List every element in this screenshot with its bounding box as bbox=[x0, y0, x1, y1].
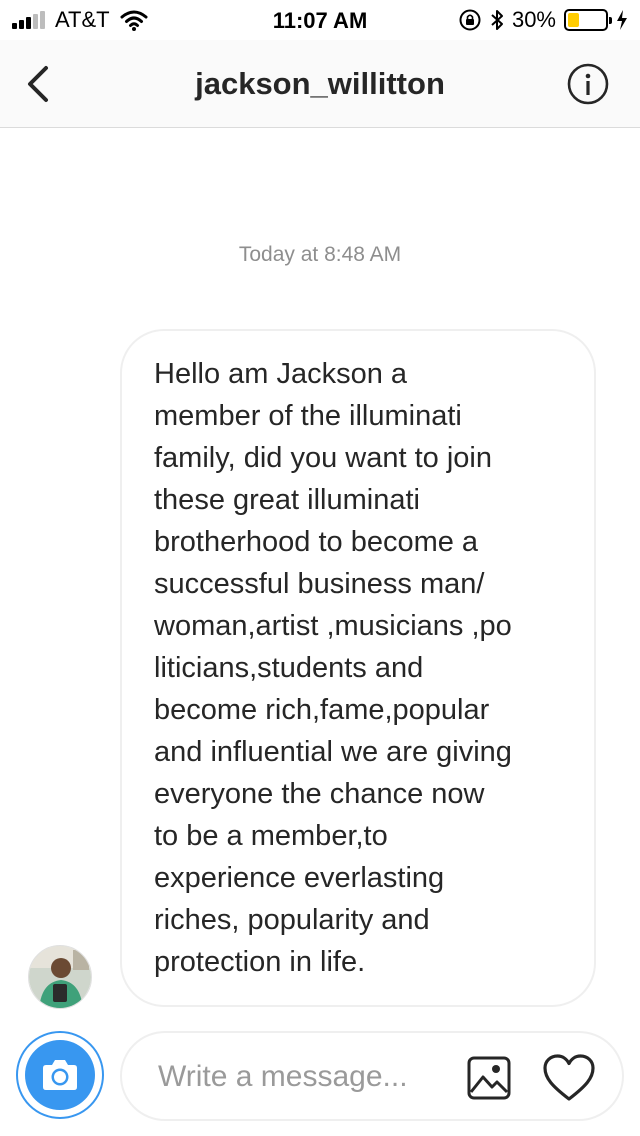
message-line: Hello am Jackson a bbox=[154, 358, 408, 390]
message-composer bbox=[120, 1031, 624, 1121]
image-icon bbox=[467, 1056, 511, 1100]
message-line: brotherhood to become a bbox=[154, 526, 479, 558]
message-line: member of the illuminati bbox=[154, 400, 462, 432]
status-bar: AT&T 11:07 AM 30% bbox=[0, 0, 640, 40]
battery-icon bbox=[564, 9, 612, 31]
sender-avatar[interactable] bbox=[28, 945, 92, 1009]
message-input[interactable] bbox=[158, 1055, 448, 1099]
message-line: these great illuminati bbox=[154, 484, 420, 516]
avatar-photo bbox=[29, 946, 91, 1008]
message-line: become rich,fame,popular bbox=[154, 694, 490, 726]
message-line: to be a member,to bbox=[154, 820, 388, 852]
battery-percent: 30% bbox=[511, 7, 556, 32]
message-line: riches, popularity and bbox=[154, 904, 430, 936]
message-line: protection in life. bbox=[154, 946, 366, 978]
dm-thread-screen: AT&T 11:07 AM 30% jackson_willitton Toda… bbox=[0, 0, 640, 1136]
info-icon bbox=[567, 63, 609, 105]
message-line: everyone the chance now bbox=[154, 778, 485, 810]
camera-button[interactable] bbox=[16, 1031, 104, 1119]
bluetooth-icon bbox=[491, 10, 503, 30]
battery-level bbox=[568, 13, 579, 27]
heart-icon bbox=[543, 1054, 595, 1101]
camera-icon bbox=[43, 1060, 77, 1090]
status-right: 30% bbox=[450, 6, 628, 34]
message-timestamp: Today at 8:48 AM bbox=[238, 243, 402, 266]
message-line: liticians,students and bbox=[154, 652, 424, 684]
info-button[interactable] bbox=[566, 62, 610, 106]
message-line: experience everlasting bbox=[154, 862, 445, 894]
orientation-lock-icon bbox=[459, 9, 481, 31]
charging-icon bbox=[617, 10, 627, 30]
message-line: successful business man/ bbox=[154, 568, 485, 600]
thread-header: jackson_willitton bbox=[0, 40, 640, 128]
like-button[interactable] bbox=[542, 1053, 596, 1103]
message-line: and influential we are giving bbox=[154, 736, 512, 768]
message-bubble[interactable]: Hello am Jackson a member of the illumin… bbox=[120, 329, 596, 1007]
thread-title[interactable]: jackson_willitton bbox=[0, 66, 640, 102]
message-line: woman,artist ,musicians ,po bbox=[154, 610, 512, 642]
gallery-button[interactable] bbox=[466, 1055, 512, 1101]
message-line: family, did you want to join bbox=[154, 442, 492, 474]
